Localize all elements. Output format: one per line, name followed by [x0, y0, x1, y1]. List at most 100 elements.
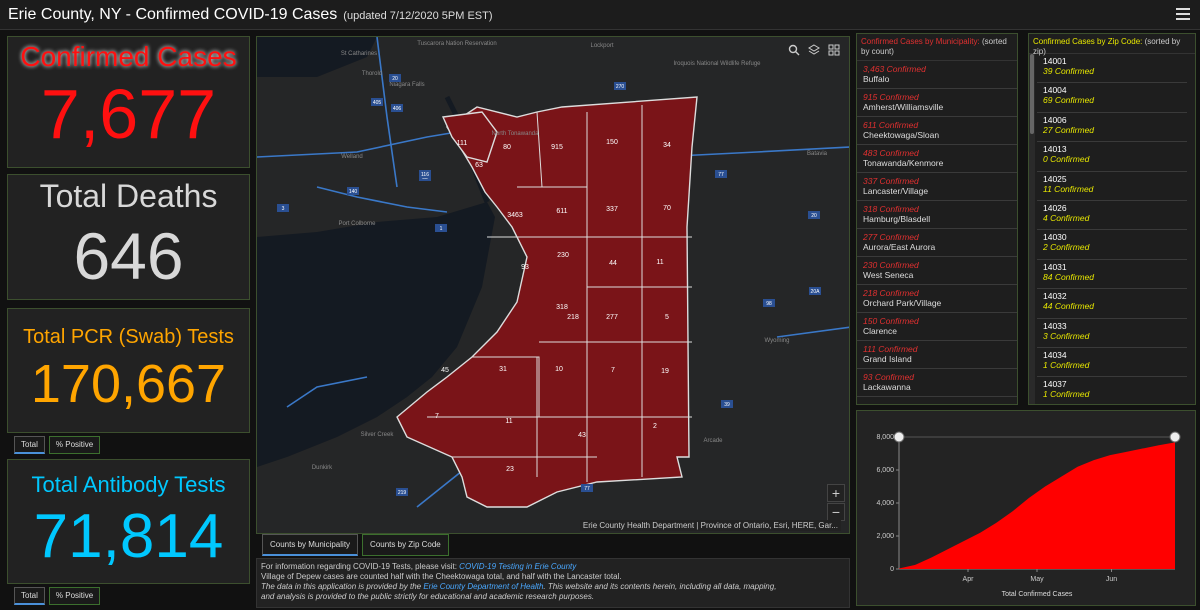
municipality-count: 150 Confirmed [863, 316, 919, 326]
place-label: Iroquois National Wildlife Refuge [673, 61, 761, 67]
zip-code: 14034 [1043, 349, 1067, 360]
zip-list-container: 14001 39 Confirmed 14004 69 Confirmed 14006 2… [1029, 54, 1195, 404]
zip-row[interactable]: 14030 2 Confirmed [1037, 230, 1187, 260]
x-tick-label: Apr [963, 576, 975, 583]
municipality-row[interactable]: 230 Confirmed West Seneca [857, 257, 1017, 285]
municipality-count-label: 111 [457, 140, 468, 147]
zip-list-scrollbar[interactable] [1029, 54, 1035, 404]
zip-list-title: Confirmed Cases by Zip Code: (sorted by … [1029, 34, 1195, 56]
municipality-row[interactable]: 611 Confirmed Cheektowaga/Sloan [857, 117, 1017, 145]
basemap-icon[interactable] [825, 41, 843, 59]
municipality-count-label: 93 [521, 264, 529, 271]
map-attribution: Erie County Health Department | Province… [579, 520, 841, 531]
zoom-in-button[interactable]: + [827, 484, 845, 502]
route-label: 140 [349, 189, 358, 195]
zip-row[interactable]: 14034 1 Confirmed [1037, 348, 1187, 378]
zip-row[interactable]: 14025 11 Confirmed [1037, 172, 1187, 201]
municipality-name: Clarence [863, 326, 898, 336]
antibody-positive-button[interactable]: % Positive [48, 587, 101, 605]
tab-counts-by-municipality[interactable]: Counts by Municipality [262, 534, 359, 556]
municipality-row[interactable]: 218 Confirmed Orchard Park/Village [857, 285, 1017, 313]
x-axis-label: Total Confirmed Cases [1002, 591, 1073, 598]
route-label: 116 [421, 172, 429, 178]
route-label: 406 [393, 106, 402, 112]
total-deaths-label: Total Deaths [39, 178, 218, 214]
health-department-link[interactable]: Erie County Department of Health [423, 582, 543, 591]
municipality-count-label: 7 [435, 413, 439, 420]
municipality-count-label: 7 [611, 367, 615, 374]
municipality-row[interactable]: 337 Confirmed Lancaster/Village [857, 173, 1017, 201]
info-line3-suffix: . This website and its contents herein, … [543, 582, 777, 591]
zip-code: 14025 [1043, 173, 1067, 184]
zip-row[interactable]: 14001 39 Confirmed [1037, 54, 1187, 84]
page-title: Erie County, NY - Confirmed COVID-19 Cas… [8, 5, 338, 23]
municipality-list-title: Confirmed Cases by Municipality: (sorted… [857, 34, 1017, 61]
cases-chart[interactable]: 0 2,000 4,000 6,000 8,000 Apr May Jun Total Conf… [857, 411, 1197, 607]
municipality-count: 915 Confirmed [863, 92, 919, 102]
place-label: Thorold [362, 71, 382, 77]
municipality-row[interactable]: 277 Confirmed Aurora/East Aurora [857, 229, 1017, 257]
search-icon[interactable] [785, 41, 803, 59]
municipality-count-label: 43 [578, 432, 586, 439]
app-header: Erie County, NY - Confirmed COVID-19 Cas… [0, 0, 1200, 30]
total-deaths-panel: Total Deaths 646 [7, 174, 250, 300]
zip-row[interactable]: 14032 44 Confirmed [1037, 289, 1187, 319]
municipality-count: 218 Confirmed [863, 288, 919, 298]
zip-code: 14026 [1043, 202, 1067, 213]
municipality-row[interactable]: 93 Confirmed Lackawanna [857, 369, 1017, 397]
pcr-positive-button[interactable]: % Positive [48, 436, 101, 454]
route-label: 39 [724, 402, 730, 408]
y-tick-label: 8,000 [876, 434, 894, 441]
municipality-list-panel: Confirmed Cases by Municipality: (sorted… [856, 33, 1018, 405]
municipality-list[interactable]: 3,463 Confirmed Buffalo 915 Confirmed Amher… [857, 61, 1017, 397]
zip-count: 11 Confirmed [1043, 183, 1094, 194]
zip-row[interactable]: 14006 27 Confirmed [1037, 113, 1187, 143]
zip-code: 14037 [1043, 379, 1067, 390]
zip-count: 2 Confirmed [1043, 242, 1090, 253]
range-start-handle[interactable] [893, 431, 905, 443]
municipality-row[interactable]: 3,463 Confirmed Buffalo [857, 61, 1017, 89]
total-deaths-value: 646 [73, 219, 184, 293]
zip-count: 4 Confirmed [1043, 212, 1090, 223]
zip-list-panel: Confirmed Cases by Zip Code: (sorted by … [1028, 33, 1196, 405]
municipality-count-label: 45 [441, 367, 449, 374]
info-line3: The data in this application is provided… [261, 582, 422, 591]
municipality-count-label: 2 [653, 423, 657, 430]
municipality-name: Amherst/Williamsville [863, 102, 944, 112]
municipality-row[interactable]: 915 Confirmed Amherst/Williamsville [857, 89, 1017, 117]
zip-row[interactable]: 14033 3 Confirmed [1037, 319, 1187, 348]
zip-row[interactable]: 14037 1 Confirmed [1037, 377, 1187, 404]
municipality-row[interactable]: 483 Confirmed Tonawanda/Kenmore [857, 145, 1017, 173]
zoom-out-button[interactable]: − [827, 503, 845, 521]
map-canvas[interactable]: 1118063915150 343463611 337 7023044 11933182… [257, 37, 850, 534]
municipality-row[interactable]: 318 Confirmed Hamburg/Blasdell [857, 201, 1017, 229]
county-map[interactable]: 111 80 63 915 150 34 3463 611 337 70 230 44 11 93 318 2… [256, 36, 850, 534]
info-line2: Village of Depew cases are counted half … [261, 572, 622, 581]
zip-count: 0 Confirmed [1043, 154, 1090, 165]
place-label: North Tonawanda [492, 131, 540, 137]
layers-icon[interactable] [805, 41, 823, 59]
tab-counts-by-zip[interactable]: Counts by Zip Code [362, 534, 449, 556]
municipality-name: Lackawanna [863, 382, 911, 392]
zip-code: 14013 [1043, 144, 1067, 155]
zip-row[interactable]: 14013 0 Confirmed [1037, 142, 1187, 172]
municipality-row[interactable]: 111 Confirmed Grand Island [857, 341, 1017, 369]
updated-timestamp: (updated 7/12/2020 5PM EST) [343, 10, 493, 22]
route-label: 77 [718, 172, 724, 178]
municipality-name: Grand Island [863, 354, 912, 364]
municipality-name: Lancaster/Village [863, 186, 929, 196]
range-end-handle[interactable] [1169, 431, 1181, 443]
municipality-count-label: 80 [503, 144, 511, 151]
zip-row[interactable]: 14004 69 Confirmed [1037, 83, 1187, 113]
route-label: 77 [584, 486, 590, 492]
zip-list[interactable]: 14001 39 Confirmed 14004 69 Confirmed 14006 2… [1037, 54, 1187, 404]
antibody-tests-value: 71,814 [33, 502, 224, 571]
menu-icon[interactable] [1176, 8, 1190, 20]
municipality-count-label: 318 [556, 304, 568, 311]
antibody-total-button[interactable]: Total [14, 587, 45, 605]
municipality-row[interactable]: 150 Confirmed Clarence [857, 313, 1017, 341]
zip-row[interactable]: 14026 4 Confirmed [1037, 201, 1187, 231]
testing-link[interactable]: COVID-19 Testing in Erie County [459, 562, 576, 571]
zip-row[interactable]: 14031 84 Confirmed [1037, 260, 1187, 290]
pcr-total-button[interactable]: Total [14, 436, 45, 454]
